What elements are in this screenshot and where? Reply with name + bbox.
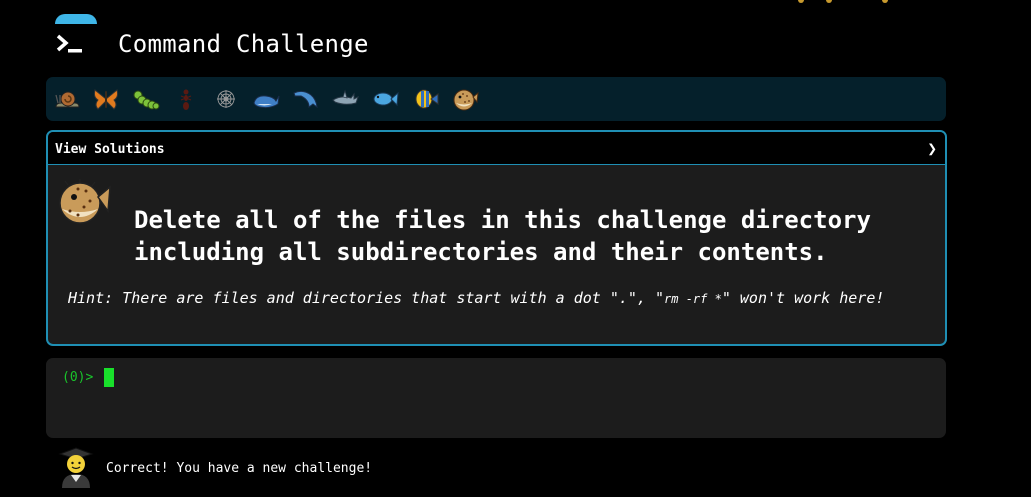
view-solutions-label: View Solutions (55, 142, 165, 157)
shark-icon[interactable] (331, 85, 359, 113)
top-accent-decoration (798, 0, 890, 3)
challenge-panel: View Solutions ❯ Delete all of the files… (46, 130, 947, 346)
tropical-fish-icon[interactable] (411, 85, 439, 113)
bug-icon[interactable] (132, 85, 160, 113)
challenge-hint: Hint: There are files and directories th… (68, 289, 884, 307)
terminal-cursor (104, 368, 114, 387)
spider-web-icon[interactable] (212, 85, 240, 113)
view-solutions-toggle[interactable]: View Solutions ❯ (48, 132, 945, 165)
hint-prefix: Hint: There are files and directories th… (68, 289, 665, 307)
fish-icon[interactable] (371, 85, 399, 113)
command-challenge-page: Command Challenge View Solutions ❯ Delet… (0, 0, 1031, 497)
blowfish-icon[interactable] (451, 85, 479, 113)
terminal-input[interactable]: (0)> (46, 358, 946, 438)
app-title: Command Challenge (118, 30, 369, 58)
blowfish-avatar-icon (59, 179, 111, 224)
student-avatar-icon (58, 447, 94, 488)
ant-icon[interactable] (172, 85, 200, 113)
header-cap-decoration (55, 14, 97, 24)
whale-icon[interactable] (252, 85, 280, 113)
snail-icon[interactable] (53, 85, 81, 113)
hint-suffix: " won't work here! (721, 289, 885, 307)
hint-code: rm -rf * (664, 292, 722, 306)
dolphin-icon[interactable] (291, 85, 319, 113)
butterfly-icon[interactable] (92, 85, 120, 113)
challenge-description: Delete all of the files in this challeng… (134, 206, 871, 266)
level-emoji-bar (46, 77, 946, 121)
terminal-prompt: (0)> (62, 370, 94, 385)
terminal-icon (56, 34, 82, 53)
status-message: Correct! You have a new challenge! (106, 461, 373, 476)
chevron-right-icon: ❯ (927, 139, 937, 158)
